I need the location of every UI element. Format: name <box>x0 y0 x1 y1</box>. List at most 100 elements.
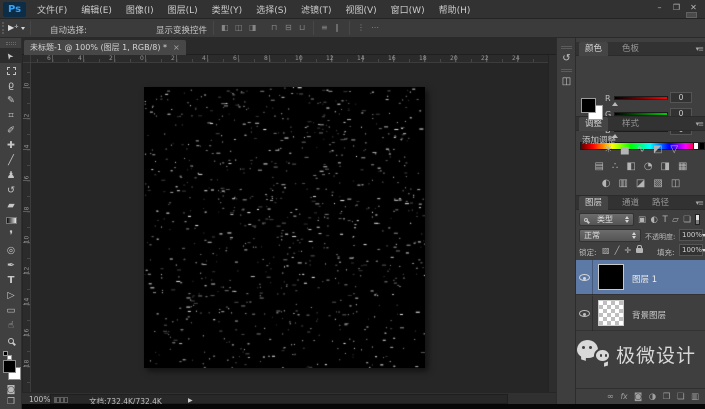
brightness-contrast-icon[interactable]: ☀ <box>604 144 613 156</box>
distribute-spacing-h-icon[interactable]: ⋯ <box>371 23 379 32</box>
channel-r-thumb[interactable] <box>612 102 618 106</box>
panel-menu-icon[interactable]: ▾≡ <box>696 45 704 53</box>
filter-adjustment-icon[interactable]: ◐ <box>651 214 658 227</box>
lasso-tool[interactable]: ϱ <box>0 78 22 93</box>
dock-grip[interactable] <box>561 46 572 49</box>
add-mask-button[interactable]: ◙ <box>634 390 642 404</box>
color-balance-icon[interactable]: ∴ <box>612 161 618 173</box>
quick-mask-button[interactable]: ◙ <box>0 385 22 395</box>
spot-healing-brush-tool[interactable]: ✚ <box>0 138 22 153</box>
channel-r-value[interactable]: 0 <box>670 92 692 103</box>
filter-shape-icon[interactable]: ▱ <box>672 214 679 227</box>
gradient-tool[interactable] <box>0 213 22 228</box>
layer-row-1[interactable]: 图层 1 <box>576 260 705 295</box>
layer-filter-type-dropdown[interactable]: 类型 <box>579 213 634 226</box>
visibility-toggle[interactable] <box>576 296 593 331</box>
toolbar-grip[interactable] <box>6 42 16 45</box>
align-vertical-centers-icon[interactable]: ⊟ <box>285 23 292 32</box>
tab-color[interactable]: 颜色 <box>579 42 609 56</box>
eraser-tool[interactable]: ▰ <box>0 198 22 213</box>
distribute-vertical-icon[interactable]: ≡ <box>321 23 328 32</box>
layer-name[interactable]: 背景图层 <box>632 309 666 321</box>
hue-saturation-icon[interactable]: ▤ <box>595 161 604 173</box>
ruler-origin[interactable] <box>23 55 31 63</box>
distribute-spacing-v-icon[interactable]: ⋮ <box>357 23 365 32</box>
align-left-edges-icon[interactable]: ◧ <box>221 23 229 32</box>
align-bottom-edges-icon[interactable]: ⊔ <box>299 23 305 32</box>
new-layer-button[interactable]: ❏ <box>677 390 685 404</box>
menu-type[interactable]: 类型(Y) <box>205 3 250 16</box>
history-brush-tool[interactable]: ↺ <box>0 183 22 198</box>
maximize-button[interactable]: ❐ <box>668 2 685 14</box>
horizontal-ruler[interactable]: 6 4 2 0 2 4 6 8 10 12 14 16 18 20 22 24 <box>31 55 548 63</box>
filter-toggle-switch[interactable] <box>695 214 700 225</box>
delete-layer-button[interactable]: ▥ <box>691 390 699 404</box>
menu-help[interactable]: 帮助(H) <box>432 3 478 16</box>
selective-color-icon[interactable]: ▧ <box>653 178 662 190</box>
align-horizontal-centers-icon[interactable]: ◫ <box>235 23 243 32</box>
clone-stamp-tool[interactable]: ♟ <box>0 168 22 183</box>
dodge-tool[interactable]: ◎ <box>0 243 22 258</box>
menu-select[interactable]: 选择(S) <box>249 3 294 16</box>
channel-mixer-icon[interactable]: ◨ <box>661 161 670 173</box>
tab-styles[interactable]: 样式 <box>616 117 645 131</box>
screen-mode-button[interactable]: ❐ <box>0 397 22 407</box>
menu-window[interactable]: 窗口(W) <box>384 3 432 16</box>
zoom-level-field[interactable]: 100% <box>29 395 50 404</box>
path-selection-tool[interactable]: ▷ <box>0 288 22 303</box>
hand-tool[interactable]: ☝ <box>0 318 22 333</box>
filter-pixel-icon[interactable]: ▣ <box>638 214 646 227</box>
document-restore-icon[interactable] <box>686 12 697 18</box>
filter-smart-icon[interactable]: ❏ <box>683 214 691 227</box>
vertical-ruler[interactable]: 0 2 4 6 8 10 12 14 16 18 <box>23 63 31 392</box>
menu-filter[interactable]: 滤镜(T) <box>294 3 339 16</box>
tool-preset-dropdown-icon[interactable] <box>21 27 25 30</box>
crop-tool[interactable]: ⌗ <box>0 108 22 123</box>
tab-paths[interactable]: 路径 <box>646 196 675 210</box>
quick-selection-tool[interactable]: ✎ <box>0 93 22 108</box>
channel-r-slider[interactable] <box>614 96 668 100</box>
layer-row-2[interactable]: 背景图层 <box>576 296 705 331</box>
layer-thumbnail[interactable] <box>598 300 624 326</box>
tab-channels[interactable]: 通道 <box>616 196 645 210</box>
opacity-value[interactable]: 100% <box>679 229 705 241</box>
invert-icon[interactable]: ◐ <box>602 178 611 190</box>
properties-panel-button[interactable]: ◫ <box>558 73 575 90</box>
vibrance-icon[interactable]: ▽ <box>670 144 678 156</box>
photo-filter-icon[interactable]: ◔ <box>644 161 653 173</box>
blur-tool[interactable]: ❜ <box>0 228 22 243</box>
visibility-toggle[interactable] <box>576 260 593 295</box>
color-lookup-icon[interactable]: ▦ <box>678 161 687 173</box>
horizontal-type-tool[interactable]: T <box>0 273 22 288</box>
link-layers-button[interactable]: ∞ <box>607 390 614 404</box>
lock-all-icon[interactable] <box>636 245 644 253</box>
layer-name[interactable]: 图层 1 <box>632 273 657 285</box>
menu-layer[interactable]: 图层(L) <box>161 3 205 16</box>
exposure-icon[interactable]: ◩ <box>653 144 662 156</box>
gradient-map-icon[interactable]: ◫ <box>671 178 680 190</box>
lock-position-icon[interactable]: ✛ <box>624 246 631 255</box>
lock-transparent-icon[interactable]: ▨ <box>602 246 610 255</box>
history-panel-button[interactable]: ↺ <box>558 50 575 67</box>
rectangular-marquee-tool[interactable] <box>0 63 22 78</box>
blend-mode-dropdown[interactable]: 正常 <box>579 229 641 242</box>
lock-image-icon[interactable]: ╱ <box>615 246 620 255</box>
curves-icon[interactable]: ∿ <box>637 144 645 156</box>
color-foreground-swatch[interactable] <box>581 98 596 113</box>
new-adjustment-layer-button[interactable]: ◑ <box>649 390 656 404</box>
align-top-edges-icon[interactable]: ⊓ <box>271 23 277 32</box>
menu-view[interactable]: 视图(V) <box>338 3 383 16</box>
panel-menu-icon[interactable]: ▾≡ <box>696 199 704 207</box>
brush-tool[interactable]: ╱ <box>0 153 22 168</box>
threshold-icon[interactable]: ◪ <box>636 178 645 190</box>
options-grip[interactable] <box>2 22 5 34</box>
foreground-color-swatch[interactable] <box>3 360 16 373</box>
status-expand-icon[interactable]: ▶ <box>188 397 193 404</box>
levels-icon[interactable]: ▅ <box>621 144 629 156</box>
zoom-tool[interactable] <box>0 333 22 348</box>
move-tool[interactable]: ➤ <box>0 48 22 63</box>
distribute-horizontal-icon[interactable]: ∥ <box>335 23 339 32</box>
panel-menu-icon[interactable]: ▾≡ <box>696 120 704 128</box>
document-canvas[interactable] <box>144 87 425 368</box>
layer-thumbnail[interactable] <box>598 264 624 290</box>
